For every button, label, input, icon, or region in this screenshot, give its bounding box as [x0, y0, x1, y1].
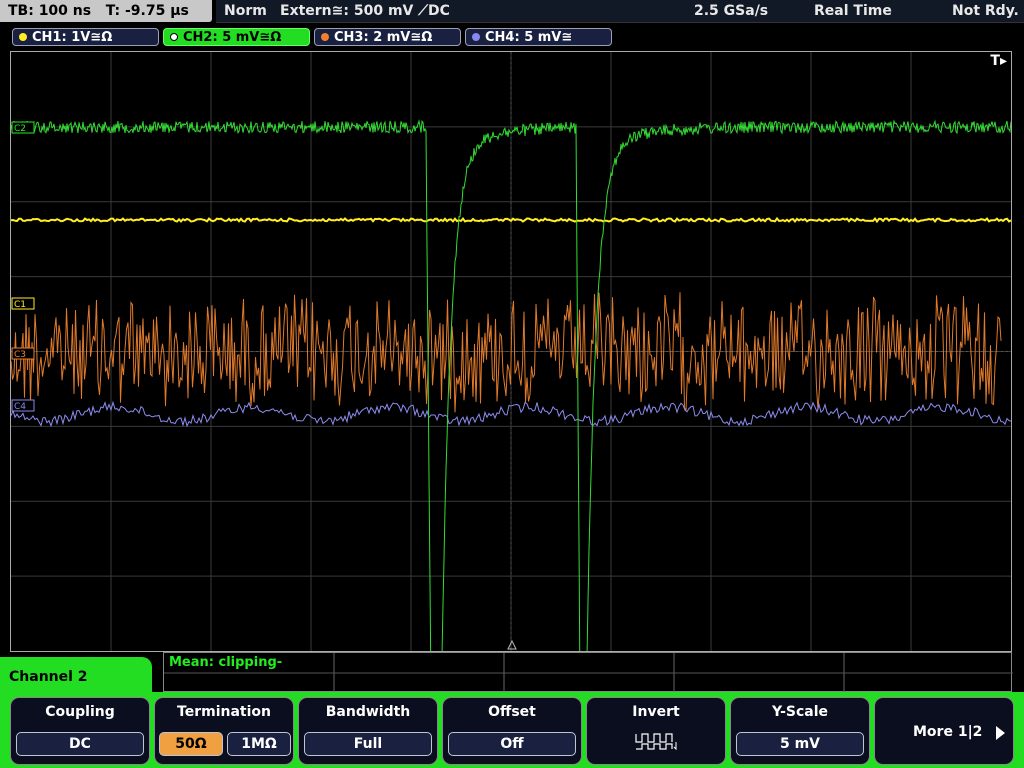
trigger-level-marker[interactable]: T▸ [990, 53, 1007, 69]
measurement-mean: Mean: clipping- [169, 655, 283, 670]
ch1-marker[interactable]: C1 [14, 300, 26, 310]
offset-value[interactable]: Off [448, 732, 576, 756]
channel-tabs: CH1: 1V≅Ω CH2: 5 mV≅Ω CH3: 2 mV≅Ω CH4: 5… [0, 25, 1024, 49]
yscale-title: Y-Scale [771, 704, 828, 720]
invert-title: Invert [632, 704, 680, 720]
yscale-value[interactable]: 5 mV [736, 732, 864, 756]
channel-tab-ch1[interactable]: CH1: 1V≅Ω [12, 28, 159, 46]
ch1-label: CH1: 1V≅Ω [32, 30, 113, 45]
termination-title: Termination [177, 704, 271, 720]
ch4-marker[interactable]: C4 [14, 402, 26, 412]
yscale-softkey[interactable]: Y-Scale 5 mV [730, 697, 870, 765]
coupling-title: Coupling [45, 704, 115, 720]
ch2-label: CH2: 5 mV≅Ω [183, 30, 282, 45]
invert-softkey[interactable]: Invert [586, 697, 726, 765]
ch2-color-dot [170, 33, 178, 41]
offset-title: Offset [488, 704, 536, 720]
timebase-readout[interactable]: TB: 100 ns T: -9.75 µs [0, 0, 212, 22]
ch2-marker[interactable]: C2 [14, 124, 26, 134]
status-bar: TB: 100 ns T: -9.75 µs Norm Extern≅: 500… [0, 0, 1024, 24]
invert-waveform-icon [635, 733, 677, 751]
next-page-icon [996, 726, 1005, 740]
waveform-canvas: C1 C3 C4 C2 [11, 52, 1011, 651]
channel-tab-ch3[interactable]: CH3: 2 mV≅Ω [314, 28, 461, 46]
ch4-color-dot [472, 33, 480, 41]
more-softkey[interactable]: More 1|2 [874, 697, 1014, 765]
more-label: More 1|2 [913, 724, 983, 740]
waveform-display[interactable]: C1 C3 C4 C2 T▸ [10, 51, 1012, 652]
termination-1mohm[interactable]: 1MΩ [227, 732, 291, 756]
sample-rate: 2.5 GSa/s [694, 3, 769, 19]
acquisition-status: Not Rdy. [952, 3, 1019, 19]
ch3-label: CH3: 2 mV≅Ω [334, 30, 433, 45]
ch3-marker[interactable]: C3 [14, 350, 26, 360]
measurement-dividers [164, 653, 1013, 693]
bandwidth-title: Bandwidth [325, 704, 411, 720]
channel-tab-ch2[interactable]: CH2: 5 mV≅Ω [163, 28, 310, 46]
termination-softkey[interactable]: Termination 50Ω 1MΩ [154, 697, 294, 765]
ch4-label: CH4: 5 mV≅ [485, 30, 573, 45]
termination-50ohm[interactable]: 50Ω [159, 732, 223, 756]
trigger-source[interactable]: Extern≅: 500 mV ⟋DC [280, 0, 450, 22]
menu-title: Channel 2 [9, 669, 88, 685]
ch1-color-dot [19, 33, 27, 41]
trigger-position-marker [507, 639, 517, 650]
trigger-mode[interactable]: Norm [224, 0, 267, 22]
bandwidth-softkey[interactable]: Bandwidth Full [298, 697, 438, 765]
bandwidth-value[interactable]: Full [304, 732, 432, 756]
offset-softkey[interactable]: Offset Off [442, 697, 582, 765]
channel-tab-ch4[interactable]: CH4: 5 mV≅ [465, 28, 612, 46]
measurement-panel: Mean: clipping- [163, 652, 1013, 693]
coupling-softkey[interactable]: Coupling DC [10, 697, 150, 765]
acquisition-mode: Real Time [814, 3, 892, 19]
coupling-value[interactable]: DC [16, 732, 144, 756]
ch3-color-dot [321, 33, 329, 41]
